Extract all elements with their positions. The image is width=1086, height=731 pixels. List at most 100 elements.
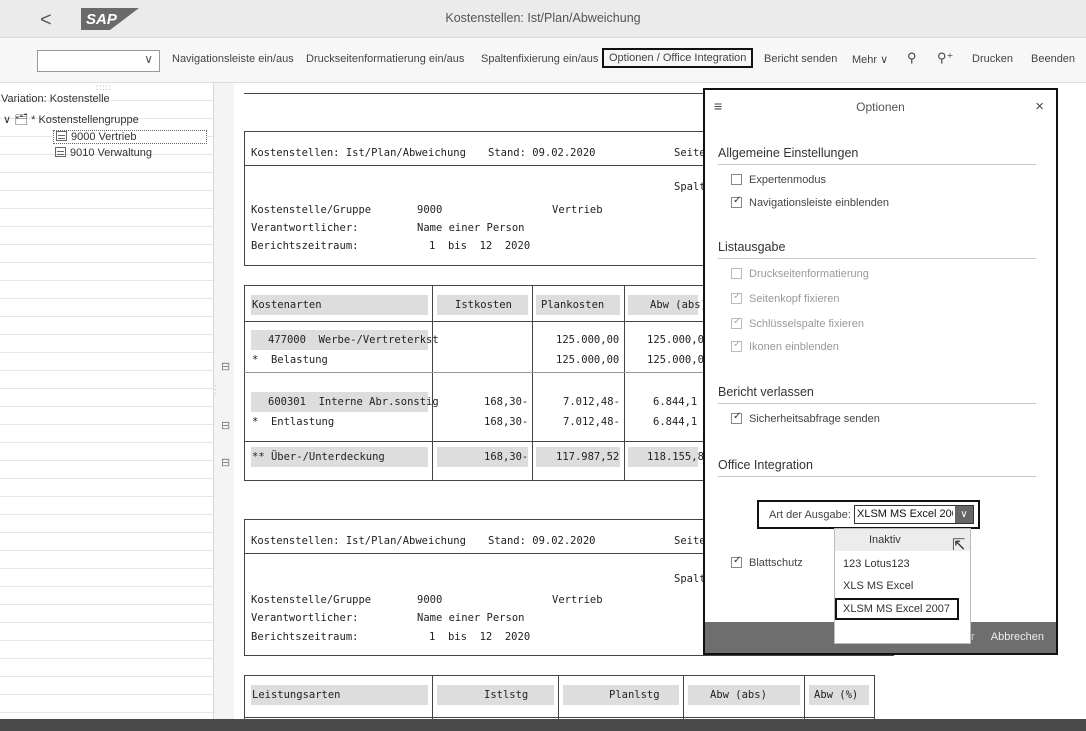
show-navbar-checkbox[interactable]: Navigationsleiste einblenden xyxy=(731,195,890,209)
value-cost-center-name: Vertrieb xyxy=(552,204,603,216)
window-title: Kostenstellen: Ist/Plan/Abweichung xyxy=(445,11,641,25)
tree-node-label: 9000 Vertrieb xyxy=(71,131,137,143)
tree-node-9010[interactable]: 9010 Verwaltung xyxy=(55,147,152,159)
section-office-integration: Office Integration xyxy=(718,458,1036,477)
report-page: Seite xyxy=(674,147,706,159)
toggle-print-format-button[interactable]: Druckseitenformatierung ein/aus xyxy=(306,53,464,65)
label-responsible: Verantwortlicher: xyxy=(251,612,359,624)
checkbox-icon xyxy=(731,174,742,185)
label-cost-center-group: Kostenstelle/Gruppe xyxy=(251,204,372,216)
safety-prompt-checkbox[interactable]: Sicherheitsabfrage senden xyxy=(731,411,880,425)
checkbox-checked-icon xyxy=(731,195,742,208)
output-type-label: Art der Ausgabe: xyxy=(769,509,851,521)
cancel-button[interactable]: Abbrechen xyxy=(991,631,1044,643)
checkbox-checked-icon xyxy=(731,291,742,304)
toggle-navigation-button[interactable]: Navigationsleiste ein/aus xyxy=(172,53,294,65)
checkbox-checked-icon xyxy=(731,555,742,568)
dropdown-option-ms-excel[interactable]: XLS MS Excel xyxy=(835,575,970,597)
checkbox-checked-icon xyxy=(731,316,742,329)
column-header-plan-qty: Planlstg xyxy=(609,689,660,701)
search-next-icon[interactable]: ⚲⁺ xyxy=(937,50,953,66)
checkbox-checked-icon xyxy=(731,411,742,424)
expand-icon[interactable]: ⊟ xyxy=(221,419,230,432)
checkbox-label: Navigationsleiste einblenden xyxy=(749,197,890,209)
column-header-actual-qty: Istlstg xyxy=(484,689,529,701)
column-header-activity-types: Leistungsarten xyxy=(252,689,341,701)
row-subtotal-label: * Entlastung xyxy=(252,416,335,428)
value-cost-center-group: 9000 xyxy=(417,594,443,606)
gutter-handle[interactable]: · · · xyxy=(214,382,217,398)
tree-node-label: 9010 Verwaltung xyxy=(70,147,152,159)
expand-icon[interactable]: ⊟ xyxy=(221,360,230,373)
variant-dropdown[interactable]: ∨ xyxy=(37,50,160,72)
label-period: Berichtszeitraum: xyxy=(251,240,359,252)
search-icon[interactable]: ⚲ xyxy=(907,50,917,66)
sheet-protection-checkbox[interactable]: Blattschutz xyxy=(731,555,803,569)
report-title: Kostenstellen: Ist/Plan/Abweichung xyxy=(251,535,466,547)
checkbox-label: Schlüsselspalte fixieren xyxy=(749,318,864,330)
dropdown-option-inactive[interactable]: Inaktiv xyxy=(835,529,970,551)
report-gutter xyxy=(214,83,234,719)
section-leave-report: Bericht verlassen xyxy=(718,385,1036,404)
dropdown-option-lotus123[interactable]: 123 Lotus123 xyxy=(835,553,970,575)
row-plan-value: 7.012,48- xyxy=(563,416,620,428)
row-plan-value: 125.000,00 xyxy=(556,334,620,346)
send-report-button[interactable]: Bericht senden xyxy=(764,53,837,65)
column-header-variance-abs: Abw (abs) xyxy=(710,689,767,701)
column-header-cost-types: Kostenarten xyxy=(252,299,322,311)
close-icon[interactable]: × xyxy=(1035,98,1044,115)
title-bar: < SAP Kostenstellen: Ist/Plan/Abweichung xyxy=(0,0,1086,38)
chevron-down-icon[interactable]: ∨ xyxy=(955,506,973,523)
checkbox-label: Ikonen einblenden xyxy=(749,341,839,353)
label-period: Berichtszeitraum: xyxy=(251,631,359,643)
checkbox-label: Seitenkopf fixieren xyxy=(749,293,840,305)
row-variance-value: 125.000,0 xyxy=(647,354,704,366)
report-column: Spalt xyxy=(674,573,706,585)
tree-node-9000[interactable]: 9000 Vertrieb xyxy=(53,130,208,144)
print-button[interactable]: Drucken xyxy=(972,53,1013,65)
exit-button[interactable]: Beenden xyxy=(1031,53,1075,65)
row-actual-value: 168,30- xyxy=(484,416,529,428)
output-type-select[interactable]: XLSM MS Excel 200... ∨ xyxy=(854,505,974,524)
tree-variation-label: Variation: Kostenstelle xyxy=(1,93,110,105)
fix-header-checkbox: Seitenkopf fixieren xyxy=(731,291,840,305)
value-period: 1 bis 12 2020 xyxy=(429,631,531,643)
row-subtotal-label: * Belastung xyxy=(252,354,328,366)
tree-node-cost-center-group[interactable]: ∨ 🗂 * Kostenstellengruppe xyxy=(3,113,139,126)
value-responsible: Name einer Person xyxy=(417,222,525,234)
section-general-settings: Allgemeine Einstellungen xyxy=(718,146,1036,165)
expand-icon[interactable]: ⊟ xyxy=(221,456,230,469)
dropdown-option-excel-2007[interactable]: XLSM MS Excel 2007 xyxy=(835,598,959,620)
output-type-dropdown: Inaktiv 123 Lotus123 XLS MS Excel XLSM M… xyxy=(834,528,971,644)
column-header-plan: Plankosten xyxy=(541,299,605,311)
row-actual-value: 168,30- xyxy=(484,396,529,408)
row-cost-type[interactable]: 477000 Werbe-/Vertreterkst xyxy=(268,334,439,346)
label-responsible: Verantwortlicher: xyxy=(251,222,359,234)
fix-key-column-checkbox: Schlüsselspalte fixieren xyxy=(731,316,864,330)
checkbox-label: Sicherheitsabfrage senden xyxy=(749,413,880,425)
row-variance-value: 118.155,8 xyxy=(647,451,704,463)
checkbox-checked-icon xyxy=(731,339,742,352)
footer-hidden-button-text: r xyxy=(971,631,975,643)
column-header-variance-pct: Abw (%) xyxy=(814,689,859,701)
column-header-actual: Istkosten xyxy=(455,299,512,311)
report-column: Spalt xyxy=(674,181,706,193)
value-responsible: Name einer Person xyxy=(417,612,525,624)
value-period: 1 bis 12 2020 xyxy=(429,240,531,252)
more-menu-button[interactable]: Mehr ∨ xyxy=(852,53,888,66)
toggle-column-fix-button[interactable]: Spaltenfixierung ein/aus xyxy=(481,53,598,65)
options-office-button[interactable]: Optionen / Office Integration xyxy=(602,48,754,68)
report-date: Stand: 09.02.2020 xyxy=(488,535,596,547)
row-cost-type[interactable]: 600301 Interne Abr.sonstig xyxy=(268,396,439,408)
output-type-value: XLSM MS Excel 200... xyxy=(857,508,953,520)
checkbox-icon xyxy=(731,268,742,279)
section-list-output: Listausgabe xyxy=(718,240,1036,259)
row-plan-value: 125.000,00 xyxy=(556,354,620,366)
row-plan-value: 117.987,52 xyxy=(556,451,620,463)
output-type-field: Art der Ausgabe: XLSM MS Excel 200... ∨ xyxy=(757,500,980,529)
splitter-handle[interactable]: ::::: xyxy=(96,83,112,92)
expert-mode-checkbox[interactable]: Expertenmodus xyxy=(731,174,826,186)
toolbar: ∨ Navigationsleiste ein/aus Druckseitenf… xyxy=(0,38,1086,83)
show-icons-checkbox: Ikonen einblenden xyxy=(731,339,839,353)
dialog-title: Optionen xyxy=(856,100,905,114)
